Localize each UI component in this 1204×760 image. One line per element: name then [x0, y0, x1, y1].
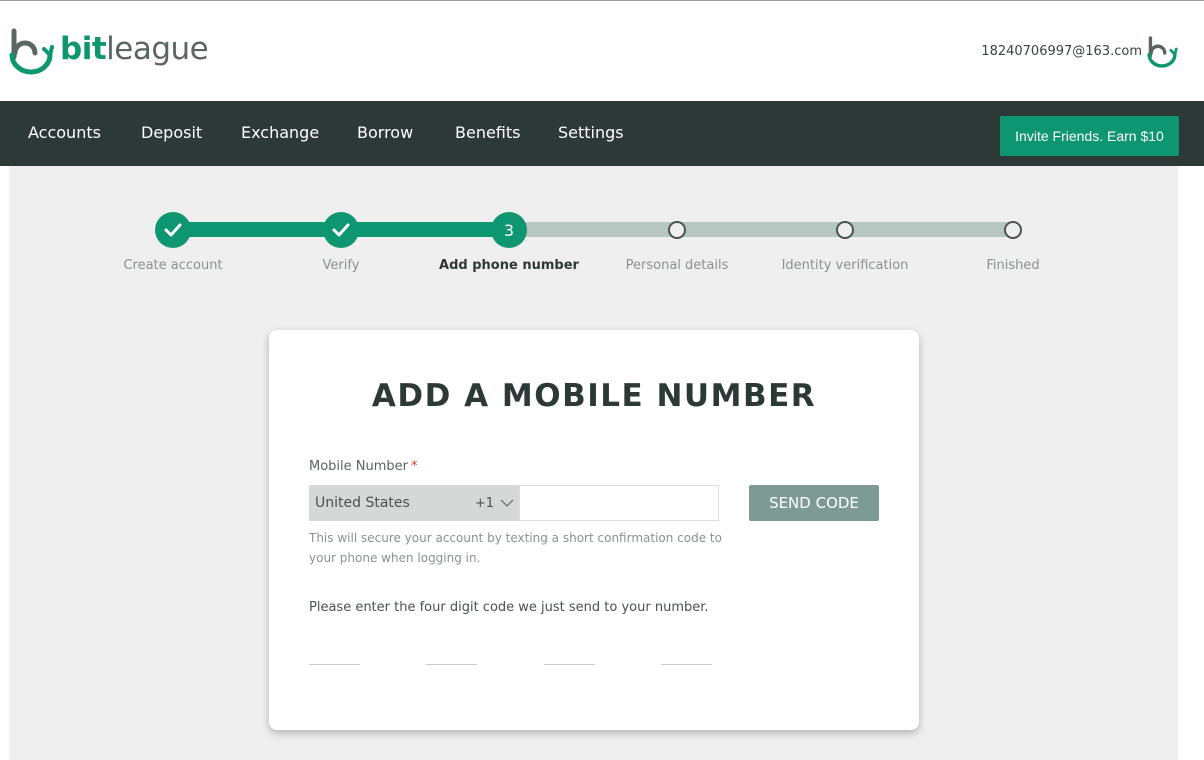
code-digit-3-input[interactable] — [544, 635, 595, 665]
country-code-select[interactable]: United States +1 — [309, 485, 519, 521]
chevron-down-icon — [497, 493, 517, 513]
step-6-pending-dot — [1004, 221, 1022, 239]
nav-item-settings[interactable]: Settings — [558, 123, 624, 142]
brand-logo[interactable]: bitleague — [8, 25, 209, 75]
required-marker: * — [411, 459, 418, 474]
phone-helper-text: This will secure your account by texting… — [309, 531, 722, 565]
code-prompt: Please enter the four digit code we just… — [309, 600, 709, 615]
step-4-label: Personal details — [625, 258, 729, 273]
dial-code: +1 — [474, 495, 494, 511]
nav-item-accounts[interactable]: Accounts — [28, 123, 101, 142]
code-digit-2-input[interactable] — [426, 635, 477, 665]
step-3-current: 3 — [491, 212, 527, 248]
phone-number-input[interactable] — [519, 485, 719, 521]
user-menu[interactable]: 18240706997@163.com — [981, 34, 1178, 68]
card-title: ADD A MOBILE NUMBER — [371, 378, 817, 414]
code-digit-4-input[interactable] — [661, 635, 712, 665]
main-nav: Accounts Deposit Exchange Borrow Benefit… — [0, 101, 1204, 166]
step-6-label: Finished — [986, 258, 1040, 273]
send-code-button[interactable]: SEND CODE — [749, 485, 879, 521]
user-avatar-icon[interactable] — [1146, 34, 1178, 68]
step-1-check-icon — [155, 212, 191, 248]
nav-item-borrow[interactable]: Borrow — [357, 123, 413, 142]
nav-item-exchange[interactable]: Exchange — [241, 123, 319, 142]
stepper-track-pending — [509, 222, 1014, 237]
brand-wordmark: bitleague — [60, 31, 209, 67]
nav-item-deposit[interactable]: Deposit — [141, 123, 202, 142]
add-mobile-card: ADD A MOBILE NUMBER Mobile Number * Unite… — [269, 330, 919, 730]
bitleague-logo-icon — [9, 28, 54, 75]
mobile-number-label: Mobile Number * — [309, 459, 418, 474]
step-2-label: Verify — [322, 258, 360, 273]
user-email[interactable]: 18240706997@163.com — [981, 44, 1142, 59]
step-4-pending-dot — [668, 221, 686, 239]
invite-friends-button[interactable]: Invite Friends. Earn $10 — [1000, 116, 1179, 156]
step-5-pending-dot — [836, 221, 854, 239]
header: bitleague 18240706997@163.com — [0, 1, 1204, 101]
country-name: United States — [315, 495, 410, 511]
step-1-label: Create account — [123, 258, 223, 273]
step-2-check-icon — [323, 212, 359, 248]
nav-item-benefits[interactable]: Benefits — [455, 123, 521, 142]
step-3-label: Add phone number — [439, 258, 579, 273]
main-content: 3 Create account Verify Add phone number… — [9, 166, 1178, 760]
code-digit-1-input[interactable] — [309, 635, 360, 665]
step-5-label: Identity verification — [781, 258, 909, 273]
